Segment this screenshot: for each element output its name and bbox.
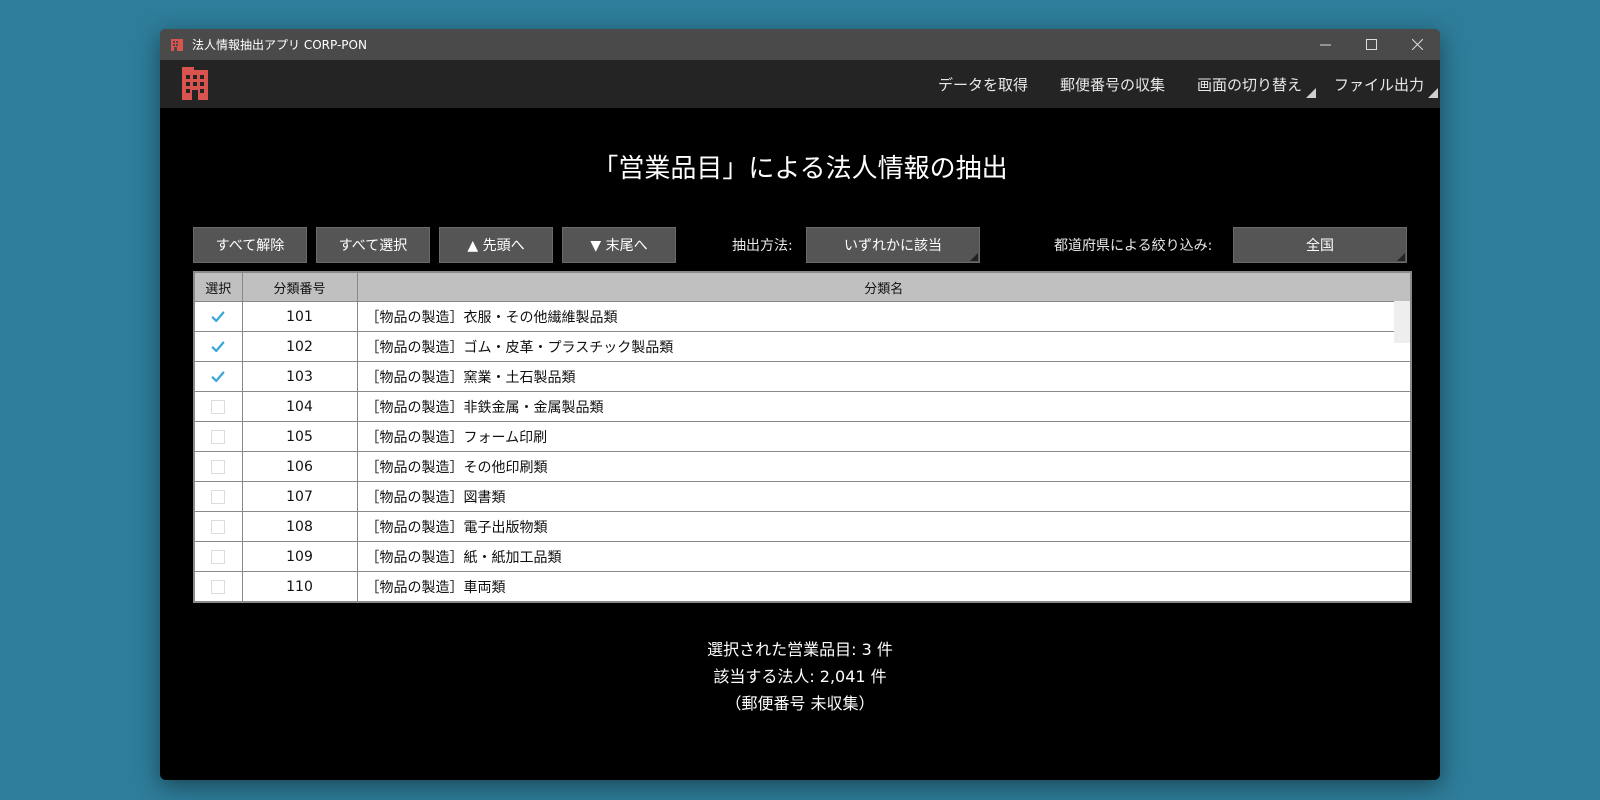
row-checkbox[interactable] xyxy=(211,579,226,594)
summary: 選択された営業品目: 3 件 該当する法人: 2,041 件 （郵便番号 未収集… xyxy=(160,636,1440,717)
category-name: ［物品の製造］ゴム・皮革・プラスチック製品類 xyxy=(357,331,1410,362)
category-code: 106 xyxy=(242,451,358,482)
row-checkbox[interactable] xyxy=(211,549,226,564)
column-header-code[interactable]: 分類番号 xyxy=(242,273,358,302)
menu-collect-postal[interactable]: 郵便番号の収集 xyxy=(1044,60,1181,108)
table-row[interactable]: 107 ［物品の製造］図書類 xyxy=(195,481,1410,512)
menu-switch-screen[interactable]: 画面の切り替え xyxy=(1181,60,1318,108)
scroll-top-button[interactable]: ▲ 先頭へ xyxy=(439,227,553,263)
window-title: 法人情報抽出アプリ CORP-PON xyxy=(192,38,367,52)
category-code: 101 xyxy=(242,301,358,332)
menu-get-data[interactable]: データを取得 xyxy=(922,60,1044,108)
title-bar: 法人情報抽出アプリ CORP-PON xyxy=(160,29,1440,60)
table-row[interactable]: 103 ［物品の製造］窯業・土石製品類 xyxy=(195,361,1410,392)
row-checkbox-cell[interactable] xyxy=(195,451,243,482)
row-checkbox-cell[interactable] xyxy=(195,391,243,422)
category-code: 104 xyxy=(242,391,358,422)
selected-count: 選択された営業品目: 3 件 xyxy=(707,640,893,659)
category-table: 選択 分類番号 分類名 101 ［物品の製造］衣服・その他繊維製品類 102 ［物品の… xyxy=(193,271,1412,603)
checkmark-icon[interactable] xyxy=(211,340,225,354)
maximize-icon xyxy=(1365,39,1377,50)
category-name: ［物品の製造］窯業・土石製品類 xyxy=(357,361,1410,392)
clear-all-button[interactable]: すべて解除 xyxy=(193,227,307,263)
column-header-select[interactable]: 選択 xyxy=(195,273,243,302)
table-row[interactable]: 104 ［物品の製造］非鉄金属・金属製品類 xyxy=(195,391,1410,422)
page-title: 「営業品目」による法人情報の抽出 xyxy=(592,154,1008,184)
row-checkbox-cell[interactable] xyxy=(195,331,243,362)
category-name: ［物品の製造］電子出版物類 xyxy=(357,511,1410,542)
table-row[interactable]: 110 ［物品の製造］車両類 xyxy=(195,571,1410,601)
table-header-row: 選択 分類番号 分類名 xyxy=(195,273,1410,302)
category-name: ［物品の製造］フォーム印刷 xyxy=(357,421,1410,452)
menu-bar: データを取得 郵便番号の収集 画面の切り替え ファイル出力 xyxy=(160,60,1440,108)
column-header-name[interactable]: 分類名 xyxy=(357,273,1410,302)
main-content: 「営業品目」による法人情報の抽出 すべて解除 すべて選択 ▲ 先頭へ ▼ 末尾へ… xyxy=(160,108,1440,780)
category-code: 109 xyxy=(242,541,358,572)
building-logo-icon xyxy=(182,67,208,100)
minimize-icon xyxy=(1319,44,1331,46)
row-checkbox-cell[interactable] xyxy=(195,511,243,542)
row-checkbox[interactable] xyxy=(211,429,226,444)
category-name: ［物品の製造］車両類 xyxy=(357,571,1410,601)
menu-file-output[interactable]: ファイル出力 xyxy=(1318,60,1440,108)
toolbar: すべて解除 すべて選択 ▲ 先頭へ ▼ 末尾へ 抽出方法: いずれかに該当 都道… xyxy=(193,227,1407,263)
table-row[interactable]: 108 ［物品の製造］電子出版物類 xyxy=(195,511,1410,542)
category-code: 103 xyxy=(242,361,358,392)
row-checkbox-cell[interactable] xyxy=(195,571,243,601)
category-code: 105 xyxy=(242,421,358,452)
postal-status: （郵便番号 未収集） xyxy=(725,694,875,713)
category-name: ［物品の製造］図書類 xyxy=(357,481,1410,512)
table-row[interactable]: 101 ［物品の製造］衣服・その他繊維製品類 xyxy=(195,301,1410,332)
category-name: ［物品の製造］その他印刷類 xyxy=(357,451,1410,482)
row-checkbox-cell[interactable] xyxy=(195,301,243,332)
category-name: ［物品の製造］衣服・その他繊維製品類 xyxy=(357,301,1410,332)
category-name: ［物品の製造］非鉄金属・金属製品類 xyxy=(357,391,1410,422)
category-code: 108 xyxy=(242,511,358,542)
table-row[interactable]: 102 ［物品の製造］ゴム・皮革・プラスチック製品類 xyxy=(195,331,1410,362)
close-button[interactable] xyxy=(1394,29,1440,60)
category-code: 110 xyxy=(242,571,358,601)
row-checkbox-cell[interactable] xyxy=(195,421,243,452)
extraction-method-dropdown[interactable]: いずれかに該当 xyxy=(806,227,980,263)
row-checkbox-cell[interactable] xyxy=(195,481,243,512)
maximize-button[interactable] xyxy=(1348,29,1394,60)
checkmark-icon[interactable] xyxy=(211,310,225,324)
app-window: 法人情報抽出アプリ CORP-PON データを取得 郵便番号の収集 画面の切り替… xyxy=(160,29,1440,780)
category-code: 107 xyxy=(242,481,358,512)
close-icon xyxy=(1411,39,1423,50)
table-row[interactable]: 109 ［物品の製造］紙・紙加工品類 xyxy=(195,541,1410,572)
table-row[interactable]: 106 ［物品の製造］その他印刷類 xyxy=(195,451,1410,482)
row-checkbox[interactable] xyxy=(211,489,226,504)
table-row[interactable]: 105 ［物品の製造］フォーム印刷 xyxy=(195,421,1410,452)
category-name: ［物品の製造］紙・紙加工品類 xyxy=(357,541,1410,572)
scrollbar-thumb[interactable] xyxy=(1394,301,1410,343)
row-checkbox-cell[interactable] xyxy=(195,361,243,392)
prefecture-filter-label: 都道府県による絞り込み: xyxy=(1054,238,1213,254)
minimize-button[interactable] xyxy=(1302,29,1348,60)
category-code: 102 xyxy=(242,331,358,362)
building-icon xyxy=(171,38,183,51)
scroll-bottom-button[interactable]: ▼ 末尾へ xyxy=(562,227,676,263)
select-all-button[interactable]: すべて選択 xyxy=(316,227,430,263)
extraction-method-label: 抽出方法: xyxy=(732,238,793,254)
row-checkbox[interactable] xyxy=(211,399,226,414)
matched-count: 該当する法人: 2,041 件 xyxy=(713,667,887,686)
row-checkbox-cell[interactable] xyxy=(195,541,243,572)
row-checkbox[interactable] xyxy=(211,459,226,474)
checkmark-icon[interactable] xyxy=(211,370,225,384)
row-checkbox[interactable] xyxy=(211,519,226,534)
prefecture-filter-dropdown[interactable]: 全国 xyxy=(1233,227,1407,263)
